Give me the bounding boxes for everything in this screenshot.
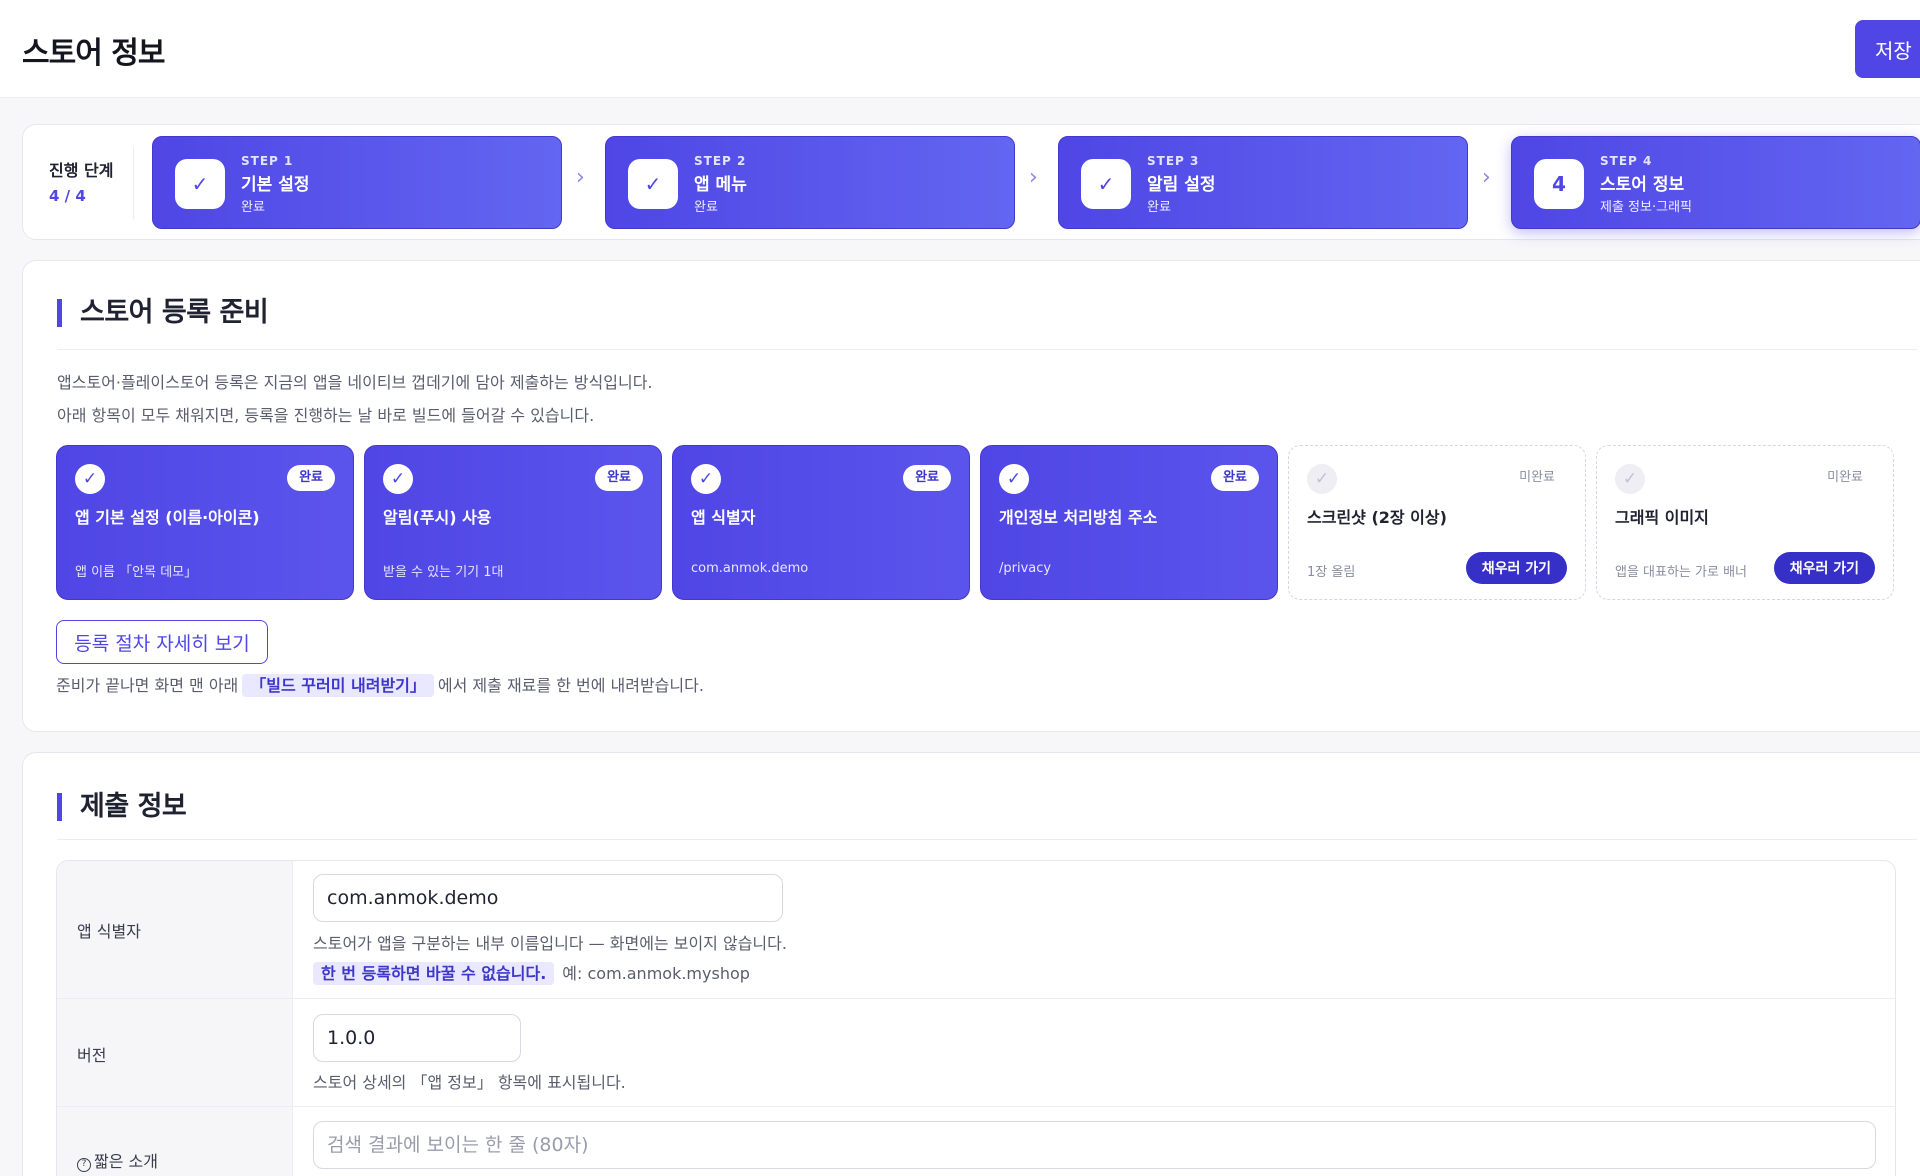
step-status: 완료: [241, 200, 265, 215]
row-divider: [57, 1106, 1895, 1107]
checklist-item-push[interactable]: ✓ 완료 알림(푸시) 사용 받을 수 있는 기기 1대: [364, 445, 662, 600]
chevron-right-icon: ›: [576, 165, 585, 190]
check-icon: ✓: [691, 464, 721, 494]
registration-guide-button[interactable]: 등록 절차 자세히 보기: [56, 620, 268, 664]
row-divider: [57, 998, 1895, 999]
step-kicker: STEP 3: [1147, 154, 1200, 168]
page-title: 스토어 정보: [22, 36, 165, 71]
divider: [57, 349, 1917, 350]
check-icon: ✓: [383, 464, 413, 494]
step-title: 알림 설정: [1147, 175, 1216, 195]
item-title: 앱 식별자: [691, 508, 756, 527]
fill-graphic-button[interactable]: 채우러 가기: [1773, 552, 1875, 584]
step-kicker: STEP 1: [241, 154, 294, 168]
item-title: 그래픽 이미지: [1615, 508, 1709, 527]
check-icon: ✓: [999, 464, 1029, 494]
item-title: 스크린샷 (2장 이상): [1307, 508, 1447, 527]
step-kicker: STEP 2: [694, 154, 747, 168]
version-help: 스토어 상세의 「앱 정보」 항목에 표시됩니다.: [313, 1073, 626, 1092]
checklist-item-app-id[interactable]: ✓ 완료 앱 식별자 com.anmok.demo: [672, 445, 970, 600]
step-2-app-menu[interactable]: ✓ STEP 2 앱 메뉴 완료: [605, 136, 1015, 229]
step-3-notifications[interactable]: ✓ STEP 3 알림 설정 완료: [1058, 136, 1468, 229]
fill-screenshots-button[interactable]: 채우러 가기: [1465, 552, 1567, 584]
version-label: 버전: [77, 1046, 107, 1065]
status-badge: 완료: [287, 465, 335, 491]
short-desc-input[interactable]: [313, 1121, 1876, 1169]
status-badge: 완료: [1211, 465, 1259, 491]
item-title: 앱 기본 설정 (이름·아이콘): [75, 508, 260, 527]
check-icon: ✓: [75, 464, 105, 494]
item-detail: 앱 이름 「안목 데모」: [75, 565, 198, 580]
progress-stepper: 진행 단계 4 / 4 ✓ STEP 1 기본 설정 완료 › ✓ STEP 2…: [22, 124, 1920, 240]
app-id-input[interactable]: [313, 874, 783, 922]
checklist-item-screenshots: ✓ 미완료 스크린샷 (2장 이상) 1장 올림 채우러 가기: [1288, 445, 1586, 600]
step-status: 완료: [694, 200, 718, 215]
build-download-link-text: 「빌드 꾸러미 내려받기」: [242, 674, 434, 697]
prep-description-line-2: 아래 항목이 모두 채워지면, 등록을 진행하는 날 바로 빌드에 들어갈 수 …: [57, 406, 595, 425]
check-icon: ✓: [175, 159, 225, 209]
progress-count: 4 / 4: [49, 187, 86, 205]
app-id-warning-line: 한 번 등록하면 바꿀 수 없습니다. 예: com.anmok.myshop: [313, 960, 750, 985]
app-id-label: 앱 식별자: [77, 922, 141, 941]
item-detail: 앱을 대표하는 가로 배너: [1615, 565, 1747, 580]
check-icon: ✓: [628, 159, 678, 209]
build-download-note: 준비가 끝나면 화면 맨 아래 「빌드 꾸러미 내려받기」 에서 제출 재료를 한 …: [56, 672, 704, 697]
item-detail: /privacy: [999, 561, 1052, 576]
step-number-badge: 4: [1534, 159, 1584, 209]
submit-form: 앱 식별자 스토어가 앱을 구분하는 내부 이름입니다 — 화면에는 보이지 않…: [56, 860, 1896, 1176]
step-title: 기본 설정: [241, 175, 310, 195]
item-detail: 1장 올림: [1307, 565, 1356, 580]
divider: [57, 839, 1917, 840]
step-1-basic-settings[interactable]: ✓ STEP 1 기본 설정 완료: [152, 136, 562, 229]
step-kicker: STEP 4: [1600, 154, 1653, 168]
status-badge: 미완료: [1827, 470, 1863, 485]
item-detail: 받을 수 있는 기기 1대: [383, 565, 504, 580]
step-status: 완료: [1147, 200, 1171, 215]
step-status: 제출 정보·그래픽: [1600, 200, 1692, 215]
save-button[interactable]: 저장: [1855, 20, 1920, 78]
app-id-example: 예: com.anmok.myshop: [562, 964, 750, 983]
section-title: 스토어 등록 준비: [57, 299, 269, 327]
progress-indicator: 진행 단계 4 / 4: [49, 157, 113, 205]
app-id-help: 스토어가 앱을 구분하는 내부 이름입니다 — 화면에는 보이지 않습니다.: [313, 934, 787, 953]
top-bar: 스토어 정보 저장: [0, 0, 1920, 98]
item-detail: com.anmok.demo: [691, 561, 809, 576]
item-title: 알림(푸시) 사용: [383, 508, 492, 527]
short-desc-label: 짧은 소개: [94, 1152, 158, 1171]
note-text: 준비가 끝나면 화면 맨 아래: [56, 676, 239, 695]
short-desc-label-row: ? 짧은 소개: [77, 1148, 158, 1172]
check-icon: ✓: [1081, 159, 1131, 209]
checklist-item-basic-settings[interactable]: ✓ 완료 앱 기본 설정 (이름·아이콘) 앱 이름 「안목 데모」: [56, 445, 354, 600]
status-badge: 완료: [595, 465, 643, 491]
prep-description-line-1: 앱스토어·플레이스토어 등록은 지금의 앱을 네이티브 껍데기에 담아 제출하는…: [57, 373, 653, 392]
info-icon: ?: [77, 1158, 91, 1172]
status-badge: 미완료: [1519, 470, 1555, 485]
chevron-right-icon: ›: [1029, 165, 1038, 190]
chevron-right-icon: ›: [1482, 165, 1491, 190]
label-column: [57, 861, 293, 1176]
check-icon: ✓: [1307, 464, 1337, 494]
step-title: 스토어 정보: [1600, 175, 1685, 195]
checklist-item-privacy[interactable]: ✓ 완료 개인정보 처리방침 주소 /privacy: [980, 445, 1278, 600]
check-icon: ✓: [1615, 464, 1645, 494]
divider: [133, 147, 134, 219]
step-4-store-info[interactable]: 4 STEP 4 스토어 정보 제출 정보·그래픽: [1511, 136, 1920, 229]
step-title: 앱 메뉴: [694, 175, 747, 195]
item-title: 개인정보 처리방침 주소: [999, 508, 1158, 527]
progress-label: 진행 단계: [49, 161, 114, 180]
app-id-warning: 한 번 등록하면 바꿀 수 없습니다.: [313, 962, 555, 985]
note-text: 에서 제출 재료를 한 번에 내려받습니다.: [437, 676, 704, 695]
section-title: 제출 정보: [57, 793, 187, 821]
version-input[interactable]: [313, 1014, 521, 1062]
status-badge: 완료: [903, 465, 951, 491]
checklist-item-graphic: ✓ 미완료 그래픽 이미지 앱을 대표하는 가로 배너 채우러 가기: [1596, 445, 1894, 600]
